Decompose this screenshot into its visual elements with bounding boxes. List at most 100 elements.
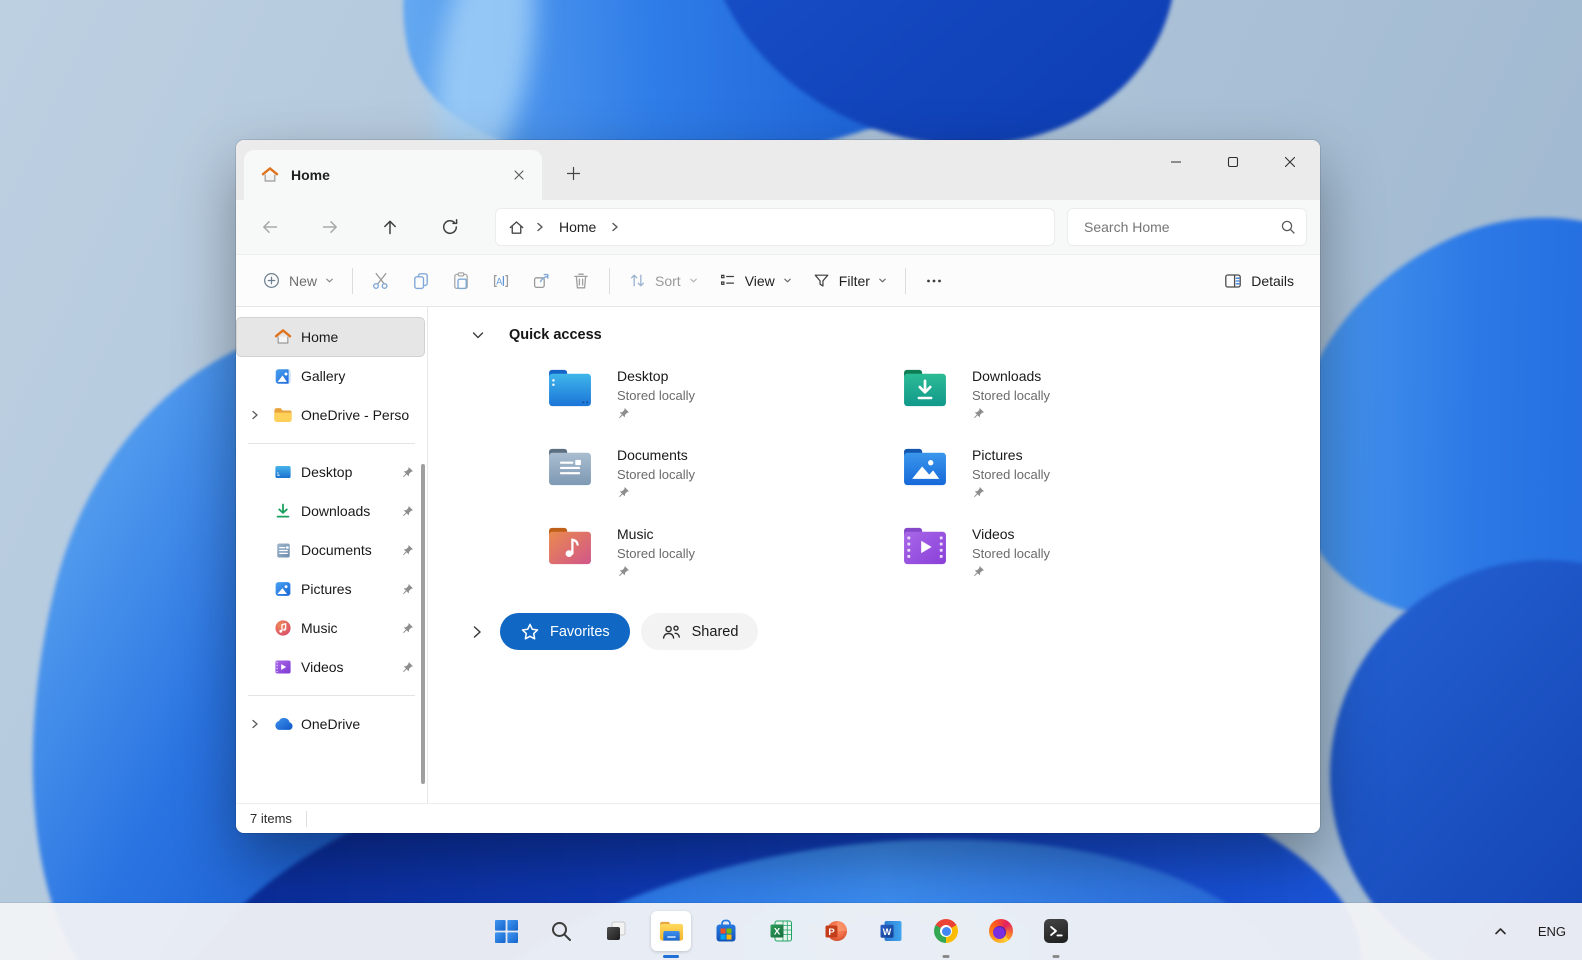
explorer-tab-home[interactable]: Home: [244, 150, 542, 200]
breadcrumb-segment-home[interactable]: Home: [555, 217, 600, 237]
favorites-button[interactable]: Favorites: [500, 613, 630, 650]
chevron-right-icon[interactable]: [245, 719, 265, 729]
view-button[interactable]: View: [708, 263, 802, 299]
word-icon[interactable]: W: [871, 911, 911, 951]
pin-icon: [401, 583, 414, 596]
pin-icon: [401, 661, 414, 674]
firefox-icon[interactable]: [981, 911, 1021, 951]
taskbar-tray: ENG: [1493, 903, 1566, 960]
filter-button-label: Filter: [838, 272, 870, 289]
desktop-icon: [272, 463, 294, 481]
copy-icon[interactable]: [401, 263, 441, 299]
sidebar-item-label: Documents: [301, 542, 372, 558]
quick-access-item-videos[interactable]: Videos Stored locally: [902, 525, 1257, 583]
search-input[interactable]: [1082, 218, 1280, 236]
sidebar-item-music[interactable]: Music: [237, 609, 424, 647]
powerpoint-icon[interactable]: P: [816, 911, 856, 951]
new-button[interactable]: New: [252, 263, 344, 299]
show-hidden-icons-chevron[interactable]: [1493, 924, 1508, 939]
videos-icon: [272, 658, 294, 676]
item-name: Pictures: [972, 447, 1023, 463]
people-icon: [661, 622, 682, 642]
refresh-button[interactable]: [430, 209, 470, 245]
chevron-down-icon[interactable]: [471, 328, 487, 342]
excel-icon[interactable]: X: [761, 911, 801, 951]
sidebar-item-pictures[interactable]: Pictures: [237, 570, 424, 608]
shared-button[interactable]: Shared: [640, 613, 759, 650]
item-status: Stored locally: [617, 388, 696, 403]
rename-icon[interactable]: A: [481, 263, 521, 299]
svg-text:X: X: [774, 927, 781, 938]
details-button[interactable]: Details: [1213, 263, 1304, 299]
quick-access-item-desktop[interactable]: Desktop Stored locally: [547, 367, 902, 425]
cut-icon[interactable]: [361, 263, 401, 299]
minimize-button[interactable]: [1147, 140, 1204, 184]
quick-access-item-music[interactable]: Music Stored locally: [547, 525, 902, 583]
delete-icon[interactable]: [561, 263, 601, 299]
breadcrumb[interactable]: Home: [496, 209, 1054, 245]
sidebar-item-gallery[interactable]: Gallery: [237, 357, 424, 395]
window-controls: [1147, 140, 1318, 184]
navigation-bar: Home: [236, 200, 1320, 254]
status-bar: 7 items: [236, 803, 1320, 833]
quick-access-item-downloads[interactable]: Downloads Stored locally: [902, 367, 1257, 425]
up-button[interactable]: [370, 209, 410, 245]
item-name: Videos: [972, 526, 1015, 542]
back-button[interactable]: [250, 209, 290, 245]
item-name: Music: [617, 526, 654, 542]
sidebar-item-home[interactable]: Home: [237, 318, 424, 356]
item-status: Stored locally: [617, 467, 696, 482]
onedrive-folder-icon: [272, 406, 294, 424]
chevron-right-icon[interactable]: [471, 625, 485, 639]
close-window-button[interactable]: [1261, 140, 1318, 184]
sidebar-item-onedrive[interactable]: OneDrive: [237, 705, 424, 743]
section-title[interactable]: Quick access: [509, 327, 602, 343]
share-icon[interactable]: [521, 263, 561, 299]
taskbar: X P W ENG: [0, 903, 1582, 960]
task-view-icon[interactable]: [596, 911, 636, 951]
titlebar[interactable]: Home: [236, 140, 1320, 200]
filter-button[interactable]: Filter: [802, 263, 897, 299]
pin-icon: [972, 565, 985, 578]
sidebar-item-label: Pictures: [301, 581, 352, 597]
breadcrumb-chevron-icon[interactable]: [610, 222, 620, 232]
new-tab-button[interactable]: [558, 158, 588, 188]
sidebar-item-label: OneDrive: [301, 716, 361, 732]
maximize-button[interactable]: [1204, 140, 1261, 184]
file-explorer-icon[interactable]: [651, 911, 691, 958]
sidebar-item-downloads[interactable]: Downloads: [237, 492, 424, 530]
videos-folder-icon: [902, 526, 948, 583]
taskbar-icons: X P W: [486, 911, 1076, 958]
forward-button[interactable]: [310, 209, 350, 245]
pin-icon: [617, 565, 630, 578]
sort-button[interactable]: Sort: [618, 263, 708, 299]
see-more-icon[interactable]: [914, 263, 954, 299]
quick-access-item-documents[interactable]: Documents Stored locally: [547, 446, 902, 504]
breadcrumb-chevron-icon[interactable]: [535, 222, 545, 232]
sidebar-item-onedrive-personal[interactable]: OneDrive - Perso: [237, 396, 424, 434]
language-indicator[interactable]: ENG: [1538, 924, 1566, 939]
terminal-icon[interactable]: [1036, 911, 1076, 958]
content-pane: Quick access Desktop Stored locally Down…: [428, 307, 1320, 803]
microsoft-store-icon[interactable]: [706, 911, 746, 951]
sidebar-item-videos[interactable]: Videos: [237, 648, 424, 686]
search-box[interactable]: [1068, 209, 1306, 245]
quick-access-grid: Desktop Stored locally Downloads Stored …: [547, 367, 1296, 583]
new-button-label: New: [289, 272, 318, 289]
start-button-icon[interactable]: [486, 911, 526, 951]
quick-access-item-pictures[interactable]: Pictures Stored locally: [902, 446, 1257, 504]
pin-icon: [401, 466, 414, 479]
paste-icon[interactable]: [441, 263, 481, 299]
search-icon[interactable]: [1280, 219, 1296, 235]
sidebar-item-documents[interactable]: Documents: [237, 531, 424, 569]
sidebar-item-desktop[interactable]: Desktop: [237, 453, 424, 491]
tab-close-button[interactable]: [506, 162, 532, 188]
chrome-icon[interactable]: [926, 911, 966, 958]
pin-icon: [617, 486, 630, 499]
chevron-right-icon[interactable]: [245, 410, 265, 420]
sidebar-scrollbar[interactable]: [421, 464, 425, 784]
taskbar-search-icon[interactable]: [541, 911, 581, 951]
breadcrumb-home-icon[interactable]: [508, 219, 525, 236]
file-explorer-window: Home Home Search Home New A Sort View Fi…: [236, 140, 1320, 833]
gallery-icon: [272, 367, 294, 386]
